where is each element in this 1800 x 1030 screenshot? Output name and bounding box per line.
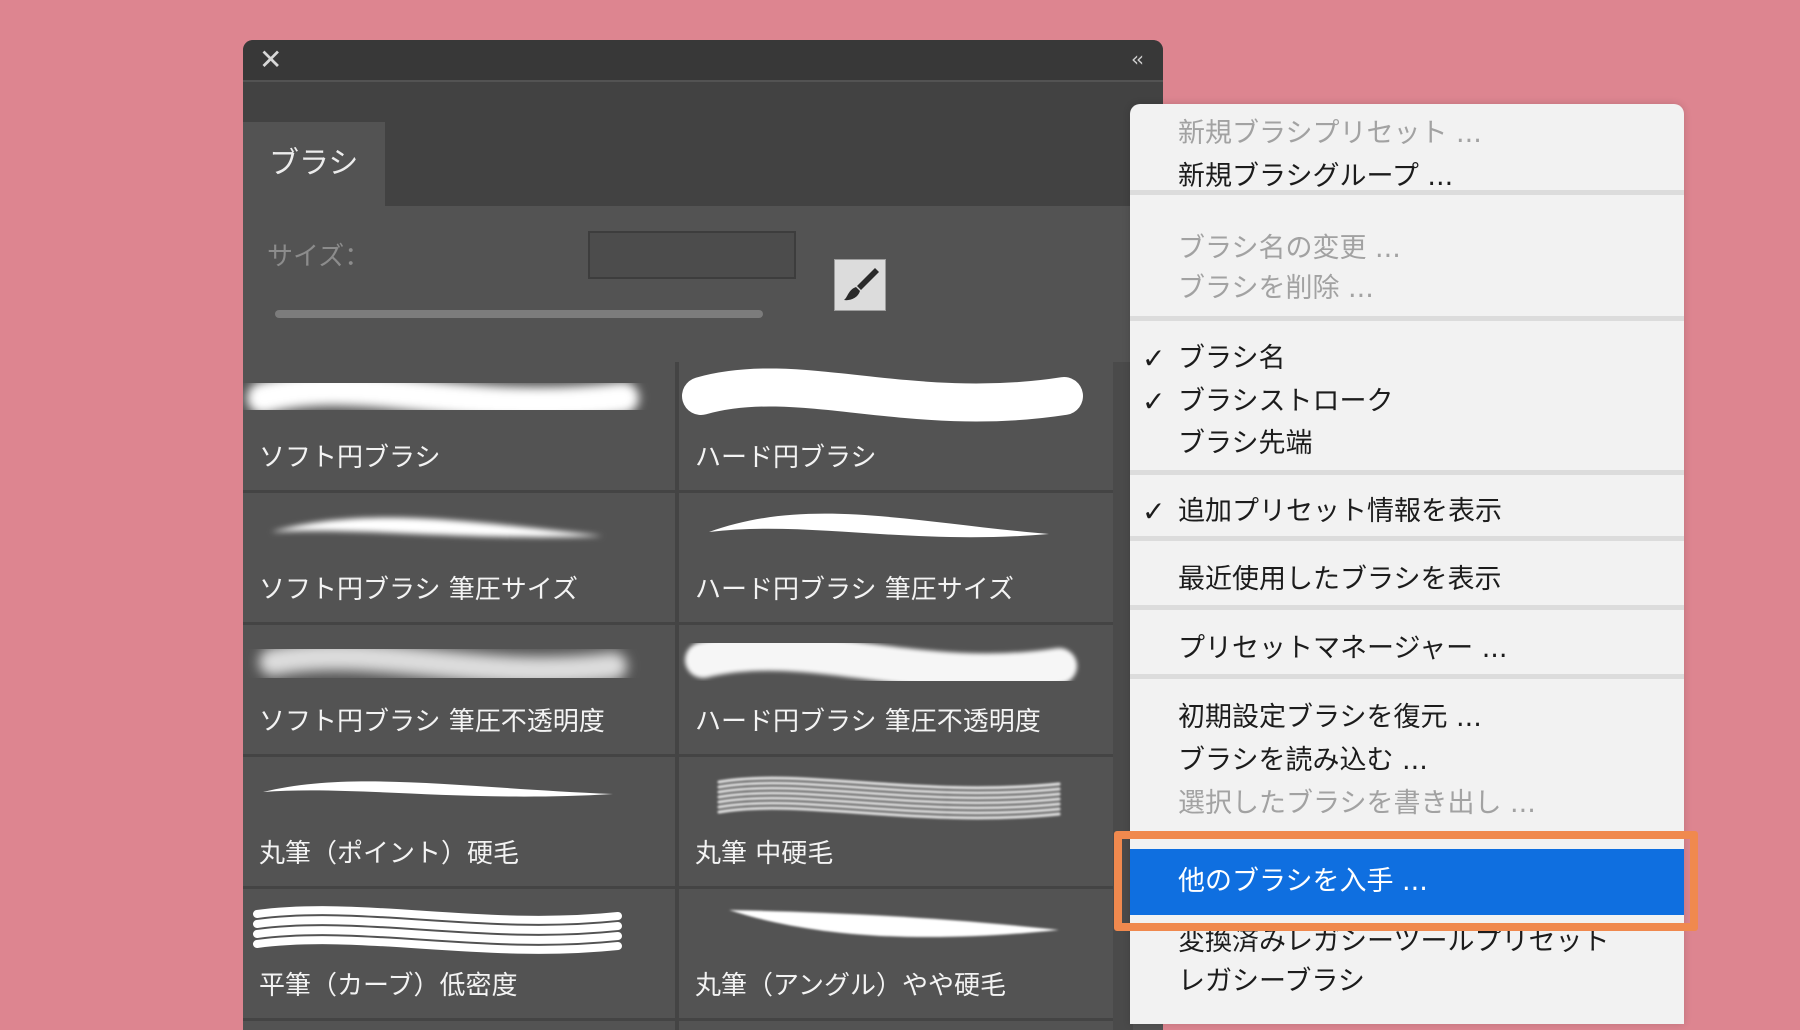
menu-item-label: 最近使用したブラシを表示 [1178, 564, 1502, 595]
grid-row-divider [243, 622, 1113, 625]
menu-item-label: 初期設定ブラシを復元 ... [1178, 702, 1482, 733]
brush-preset-label: ハード円ブラシ [695, 443, 877, 473]
checkmark-icon: ✓ [1142, 342, 1166, 375]
brush-panel: ✕ ‹‹ ブラシ サイズ： ソフト円ブラシ ハード円ブラシソフト円ブラシ 筆圧サイ… [243, 40, 1163, 1030]
brush-stroke-preview [247, 373, 639, 420]
tab-strip: ブラシ [243, 82, 1163, 206]
brush-preset-label: ハード円ブラシ 筆圧不透明度 [695, 707, 1041, 737]
brush-preset-label: ソフト円ブラシ [259, 443, 441, 473]
menu-item-label: プリセットマネージャー ... [1178, 633, 1508, 664]
grid-row-divider [243, 754, 1113, 757]
brush-settings-button[interactable] [834, 259, 886, 311]
menu-item[interactable]: ブラシ先端 [1130, 426, 1684, 462]
menu-item-label: ブラシ名 [1178, 343, 1286, 374]
size-controls: サイズ： [243, 206, 1163, 361]
brush-stroke-preview [682, 368, 1083, 422]
menu-separator [1130, 470, 1684, 475]
menu-item: 選択したブラシを書き出し ... [1130, 786, 1684, 822]
checkmark-icon: ✓ [1142, 495, 1166, 528]
menu-item: ブラシを削除 ... [1130, 271, 1684, 307]
menu-item: 新規ブラシプリセット ... [1130, 116, 1684, 152]
brush-stroke-preview [271, 517, 603, 538]
menu-item[interactable]: ✓ ブラシ名 [1130, 341, 1684, 377]
brush-preset-item[interactable]: ソフト円ブラシ [243, 362, 673, 490]
brush-stroke-preview [729, 910, 1059, 938]
panel-titlebar: ✕ ‹‹ [243, 40, 1163, 80]
grid-row-divider [243, 490, 1113, 493]
menu-item-label: 新規ブラシプリセット ... [1178, 118, 1482, 149]
menu-item[interactable]: ✓ ブラシストローク [1130, 384, 1684, 420]
menu-item[interactable]: ✓ 追加プリセット情報を表示 [1130, 494, 1684, 530]
brush-stroke-preview [253, 906, 622, 954]
brush-stroke-preview [263, 781, 613, 797]
brush-preset-item[interactable]: 平筆（カーブ）低密度 [243, 890, 673, 1018]
menu-separator [1130, 674, 1684, 679]
brush-stroke-preview [259, 642, 627, 685]
checkmark-icon: ✓ [1142, 385, 1166, 418]
brush-preset-item[interactable]: ハード円ブラシ 筆圧サイズ [679, 494, 1109, 622]
brush-preset-item[interactable]: 丸筆（ポイント）硬毛 [243, 758, 673, 886]
menu-item-label: ブラシ先端 [1178, 428, 1313, 459]
brush-icon [844, 268, 879, 301]
brush-preset-label: ソフト円ブラシ 筆圧不透明度 [259, 707, 605, 737]
brush-preset-item[interactable]: ソフト円ブラシ 筆圧サイズ [243, 494, 673, 622]
menu-separator [1130, 605, 1684, 610]
size-slider[interactable] [275, 310, 763, 318]
brush-stroke-preview [709, 513, 1049, 538]
brush-preset-label: 丸筆（アングル）やや硬毛 [695, 971, 1006, 1001]
menu-item[interactable]: ブラシを読み込む ... [1130, 743, 1684, 779]
brush-stroke-preview [717, 776, 1061, 820]
brush-preset-label: 平筆（カーブ）低密度 [259, 971, 518, 1001]
brush-preset-item[interactable]: 丸筆 中硬毛 [679, 758, 1109, 886]
menu-item-label: ブラシを読み込む ... [1178, 745, 1428, 776]
size-label: サイズ： [267, 242, 371, 272]
brush-preset-label: ハード円ブラシ 筆圧サイズ [695, 575, 1014, 605]
close-icon[interactable]: ✕ [259, 46, 282, 74]
collapse-icon[interactable]: ‹‹ [1131, 47, 1144, 71]
menu-item-label: 選択したブラシを書き出し ... [1178, 788, 1536, 819]
brush-preset-label: ソフト円ブラシ 筆圧サイズ [259, 575, 578, 605]
brush-preset-label: 丸筆 中硬毛 [695, 839, 834, 869]
menu-item: ブラシ名の変更 ... [1130, 231, 1684, 267]
brush-preset-item[interactable]: ハード円ブラシ 筆圧不透明度 [679, 626, 1109, 754]
menu-item-label: ブラシストローク [1178, 386, 1394, 417]
menu-separator [1130, 316, 1684, 321]
menu-item[interactable]: プリセットマネージャー ... [1130, 631, 1684, 667]
brush-preset-item[interactable]: ソフト円ブラシ 筆圧不透明度 [243, 626, 673, 754]
menu-item[interactable]: 新規ブラシグループ ... [1130, 159, 1684, 195]
brush-preset-label: 丸筆（ポイント）硬毛 [259, 839, 520, 869]
menu-item-label: ブラシ名の変更 ... [1178, 233, 1401, 264]
menu-item[interactable]: 初期設定ブラシを復元 ... [1130, 700, 1684, 736]
brush-preset-item[interactable]: ハード円ブラシ [679, 362, 1109, 490]
menu-item[interactable]: レガシーブラシ [1130, 964, 1684, 1000]
menu-item-label: 新規ブラシグループ ... [1178, 161, 1454, 192]
grid-row-divider [243, 886, 1113, 889]
highlight-callout [1114, 831, 1698, 931]
menu-item-label: レガシーブラシ [1178, 966, 1365, 997]
menu-item[interactable]: 最近使用したブラシを表示 [1130, 562, 1684, 598]
menu-separator [1130, 536, 1684, 541]
tab-brushes[interactable]: ブラシ [243, 122, 385, 206]
menu-item-label: 追加プリセット情報を表示 [1178, 496, 1502, 527]
menu-item-label: ブラシを削除 ... [1178, 273, 1374, 304]
brush-preset-item[interactable]: 丸筆（アングル）やや硬毛 [679, 890, 1109, 1018]
brush-stroke-preview [685, 634, 1077, 690]
size-input[interactable] [588, 231, 796, 279]
grid-row-divider [243, 1018, 1113, 1021]
